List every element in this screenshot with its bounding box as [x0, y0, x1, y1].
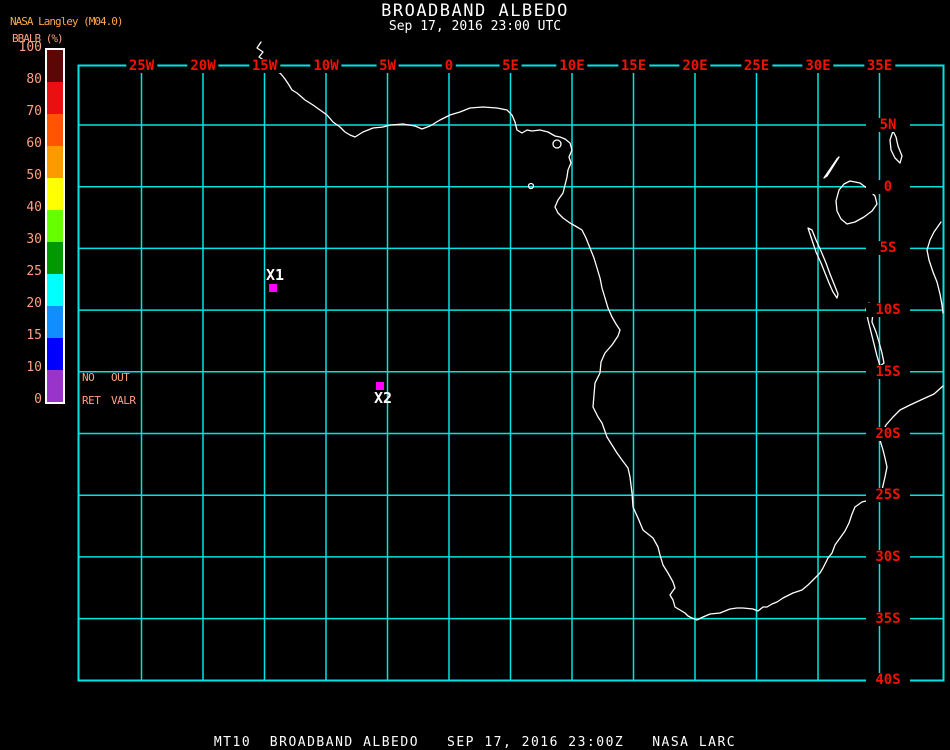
latitude-tick-label: 5N	[866, 118, 910, 132]
longitude-tick-label: 25W	[125, 59, 158, 73]
colorbar-segment	[47, 114, 63, 146]
colorbar-tick-label: 50	[26, 168, 42, 183]
latitude-tick-label: 35S	[866, 612, 910, 626]
colorbar-tick-label: 80	[26, 72, 42, 87]
longitude-tick-label: 20E	[679, 59, 711, 73]
longitude-tick-label: 15W	[248, 59, 281, 73]
latitude-tick-label: 5S	[866, 241, 910, 255]
page-title: BROADBAND ALBEDO	[381, 1, 569, 21]
marker-label: X2	[374, 389, 393, 407]
longitude-tick-label: 5W	[376, 59, 399, 73]
coastlines	[256, 41, 944, 621]
colorbar-segment	[47, 242, 63, 274]
colorbar-segment	[47, 338, 63, 370]
latitude-tick-label: 40S	[866, 673, 910, 687]
colorbar-tick-label: 15	[26, 328, 42, 343]
legend-valr: VALR	[111, 394, 136, 407]
legend-out: OUT	[111, 371, 130, 384]
latitude-tick-label: 30S	[866, 550, 910, 564]
longitude-tick-label: 10E	[556, 59, 588, 73]
latitude-tick-label: 25S	[866, 488, 910, 502]
legend-no: NO	[82, 371, 95, 384]
colorbar-tick-label: 25	[26, 264, 42, 279]
longitude-tick-label: 0	[441, 59, 457, 73]
colorbar-tick-label: 30	[26, 232, 42, 247]
longitude-tick-label: 15E	[617, 59, 650, 73]
colorbar-segment	[47, 50, 63, 82]
latitude-tick-label: 15S	[866, 365, 910, 379]
latitude-tick-label: 10S	[866, 303, 910, 317]
footer-caption: MT10 BROADBAND ALBEDO SEP 17, 2016 23:00…	[213, 735, 737, 750]
latitude-tick-label: 20S	[866, 427, 910, 441]
longitude-tick-label: 35E	[863, 59, 896, 73]
colorbar-tick-label: 60	[26, 136, 42, 151]
colorbar-tick-label: 70	[26, 104, 42, 119]
colorbar-segment	[47, 178, 63, 210]
lake-turkana	[889, 130, 903, 164]
longitude-tick-label: 5E	[499, 59, 522, 73]
longitude-tick-label: 20W	[187, 59, 219, 73]
colorbar-tick-label: 20	[26, 296, 42, 311]
colorbar	[45, 48, 65, 404]
island-bioko	[552, 139, 562, 149]
longitude-tick-label: 30E	[802, 59, 834, 73]
colorbar-segment	[47, 82, 63, 114]
colorbar-segment	[47, 274, 63, 306]
latitude-tick-label: 0	[866, 180, 910, 194]
colorbar-segment	[47, 146, 63, 178]
longitude-tick-label: 25E	[740, 59, 773, 73]
longitude-tick-label: 10W	[310, 59, 342, 73]
colorbar-segment	[47, 370, 63, 402]
page-subtitle: Sep 17, 2016 23:00 UTC	[388, 19, 562, 34]
lake-albert	[823, 156, 840, 179]
grid-lines	[78, 66, 944, 682]
colorbar-tick-label: 10	[26, 360, 42, 375]
coastline-africa-west-south	[256, 41, 944, 621]
colorbar-tick-label: 40	[26, 200, 42, 215]
colorbar-segment	[47, 306, 63, 338]
legend-ret: RET	[82, 394, 101, 407]
marker-square	[269, 284, 277, 292]
colorbar-tick-label: 100	[18, 40, 42, 55]
source-label: NASA Langley (M04.0)	[10, 15, 123, 28]
albedo-map-screen: { "header": { "source_label": "NASA Lang…	[0, 0, 950, 750]
colorbar-segment	[47, 210, 63, 242]
colorbar-tick-label: 0	[34, 392, 42, 407]
coastline-africa-east	[926, 221, 944, 314]
lake-tanganyika	[807, 227, 839, 299]
map-canvas	[77, 41, 945, 682]
marker-label: X1	[266, 266, 285, 284]
